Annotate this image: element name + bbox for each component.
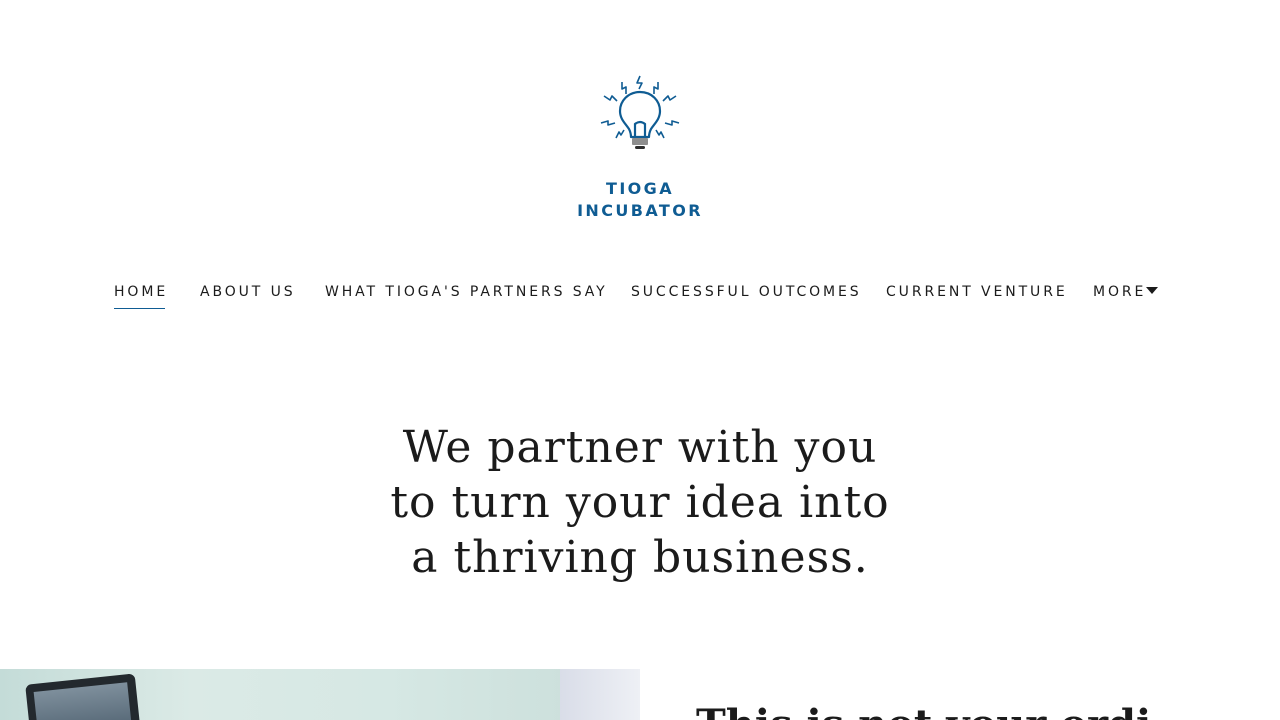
logo-text-line1: TIOGA xyxy=(606,179,674,198)
hero-heading-line3: a thriving business. xyxy=(411,532,869,583)
caret-down-icon xyxy=(1146,286,1159,294)
hero-heading-line1: We partner with you xyxy=(402,422,878,473)
sleeve-shape xyxy=(560,669,640,720)
site-header: TIOGA INCUBATOR HOME ABOUT US WHAT TIOGA… xyxy=(0,0,1280,340)
site-logo[interactable]: TIOGA INCUBATOR xyxy=(560,66,720,230)
nav-item-more[interactable]: MORE xyxy=(1093,278,1159,306)
nav-item-about-us[interactable]: ABOUT US xyxy=(200,278,296,306)
nav-item-home[interactable]: HOME xyxy=(114,278,168,309)
hero-section: We partner with you to turn your idea in… xyxy=(0,420,1280,585)
main-nav: HOME ABOUT US WHAT TIOGA'S PARTNERS SAY … xyxy=(0,278,1280,312)
section-heading: This is not your ordi xyxy=(696,700,1151,720)
nav-more-label: MORE xyxy=(1093,284,1147,300)
hero-heading-line2: to turn your idea into xyxy=(390,477,890,528)
nav-item-partners-say[interactable]: WHAT TIOGA'S PARTNERS SAY xyxy=(325,278,608,306)
logo-text-line2: INCUBATOR xyxy=(577,201,703,220)
nav-item-successful-outcomes[interactable]: SUCCESSFUL OUTCOMES xyxy=(631,278,862,306)
nav-item-current-venture[interactable]: CURRENT VENTURE xyxy=(886,278,1068,306)
tablet-photo xyxy=(0,669,640,720)
lightbulb-icon xyxy=(600,75,680,149)
